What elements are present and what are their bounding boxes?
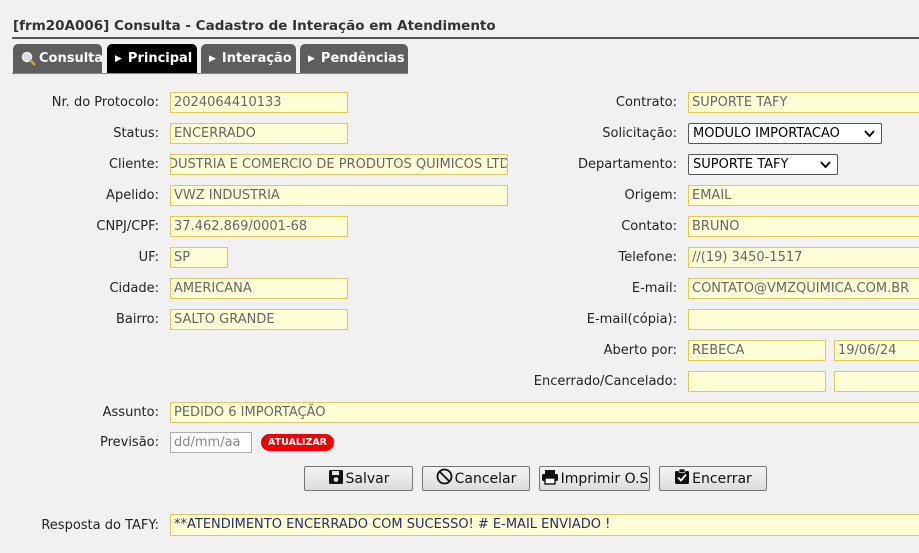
email-field[interactable]: CONTATO@VMZQUIMICA.COM.BR (688, 278, 919, 299)
tab-principal[interactable]: ▶ Principal (107, 44, 197, 73)
aberto-por-field[interactable]: REBECA (688, 340, 826, 361)
protocolo-label: Nr. do Protocolo: (51, 95, 159, 110)
assunto-label: Assunto: (102, 405, 159, 420)
solicitacao-value: MODULO IMPORTACAO (693, 126, 840, 141)
cidade-field[interactable]: AMERICANA (170, 278, 348, 299)
assunto-field[interactable]: PEDIDO 6 IMPORTAÇÃO (170, 402, 919, 423)
cliente-field[interactable]: DUSTRIA E COMERCIO DE PRODUTOS QUIMICOS … (170, 154, 508, 175)
triangle-right-icon: ▶ (209, 53, 216, 64)
origem-field[interactable]: EMAIL (688, 185, 919, 206)
solicitacao-select[interactable]: MODULO IMPORTACAO (688, 123, 882, 144)
triangle-right-icon: ▶ (115, 53, 122, 64)
telefone-field[interactable]: //(19) 3450-1517 (688, 247, 919, 268)
aberto-date-field[interactable]: 19/06/24 (834, 340, 919, 361)
atualizar-badge[interactable]: ATUALIZAR (261, 434, 334, 451)
telefone-label: Telefone: (618, 250, 678, 265)
title-divider (12, 37, 919, 39)
cancelar-label: Cancelar (454, 470, 517, 487)
encerrar-button[interactable]: Encerrar (659, 466, 767, 491)
ban-icon (436, 468, 455, 489)
email-copia-field[interactable] (688, 309, 919, 330)
protocolo-field[interactable]: 2024064410133 (170, 92, 348, 113)
contato-field[interactable]: BRUNO (688, 216, 919, 237)
cnpj-label: CNPJ/CPF: (96, 219, 159, 234)
tab-interacao-label: Interação (221, 51, 292, 66)
resposta-field[interactable]: **ATENDIMENTO ENCERRADO COM SUCESSO! # E… (170, 514, 919, 536)
uf-field[interactable]: SP (170, 247, 228, 268)
imprimir-button[interactable]: Imprimir O.S (539, 466, 650, 491)
window-title: [frm20A006] Consulta - Cadastro de Inter… (13, 18, 496, 34)
email-label: E-mail: (631, 281, 677, 296)
apelido-field[interactable]: VWZ INDUSTRIA (170, 185, 508, 206)
contato-label: Contato: (621, 219, 677, 234)
tab-principal-label: Principal (127, 51, 193, 66)
solicitacao-label: Solicitação: (602, 126, 677, 141)
tab-consulta[interactable]: Consulta (13, 44, 104, 73)
tab-consulta-label: Consulta (39, 51, 104, 66)
email-copia-label: E-mail(cópia): (586, 312, 677, 327)
encerrar-label: Encerrar (692, 470, 752, 487)
resposta-label: Resposta do TAFY: (41, 518, 159, 533)
encerrado-date-field[interactable] (834, 371, 919, 392)
chevron-down-icon (864, 124, 875, 150)
salvar-button[interactable]: Salvar (304, 466, 413, 491)
tab-pendencias-label: Pendências (320, 51, 405, 66)
origem-label: Origem: (624, 188, 677, 203)
salvar-label: Salvar (345, 470, 390, 487)
imprimir-label: Imprimir O.S (560, 470, 649, 487)
clipboard-check-icon (674, 468, 692, 489)
apelido-label: Apelido: (106, 188, 159, 203)
contrato-label: Contrato: (615, 95, 677, 110)
uf-label: UF: (138, 250, 159, 265)
bairro-field[interactable]: SALTO GRANDE (170, 309, 348, 330)
departamento-value: SUPORTE TAFY (693, 157, 789, 172)
magnifier-icon (21, 51, 37, 67)
tab-pendencias[interactable]: ▶ Pendências (300, 44, 408, 73)
departamento-label: Departamento: (578, 157, 677, 172)
previsao-field[interactable]: dd/mm/aa (170, 432, 252, 453)
tab-interacao[interactable]: ▶ Interação (201, 44, 296, 73)
previsao-label: Previsão: (99, 435, 159, 450)
aberto-por-label: Aberto por: (603, 343, 677, 358)
save-icon (328, 469, 346, 489)
cliente-label: Cliente: (108, 157, 159, 172)
cnpj-field[interactable]: 37.462.869/0001-68 (170, 216, 348, 237)
cidade-label: Cidade: (109, 281, 159, 296)
encerrado-label: Encerrado/Cancelado: (533, 374, 677, 389)
contrato-field[interactable]: SUPORTE TAFY (688, 92, 919, 113)
status-label: Status: (113, 126, 159, 141)
cancelar-button[interactable]: Cancelar (422, 466, 530, 491)
printer-icon (541, 469, 561, 489)
status-field[interactable]: ENCERRADO (170, 123, 348, 144)
triangle-right-icon: ▶ (308, 53, 315, 64)
departamento-select[interactable]: SUPORTE TAFY (688, 154, 838, 175)
encerrado-field[interactable] (688, 371, 826, 392)
tabs-divider (12, 73, 408, 74)
bairro-label: Bairro: (115, 312, 159, 327)
chevron-down-icon (820, 155, 831, 181)
